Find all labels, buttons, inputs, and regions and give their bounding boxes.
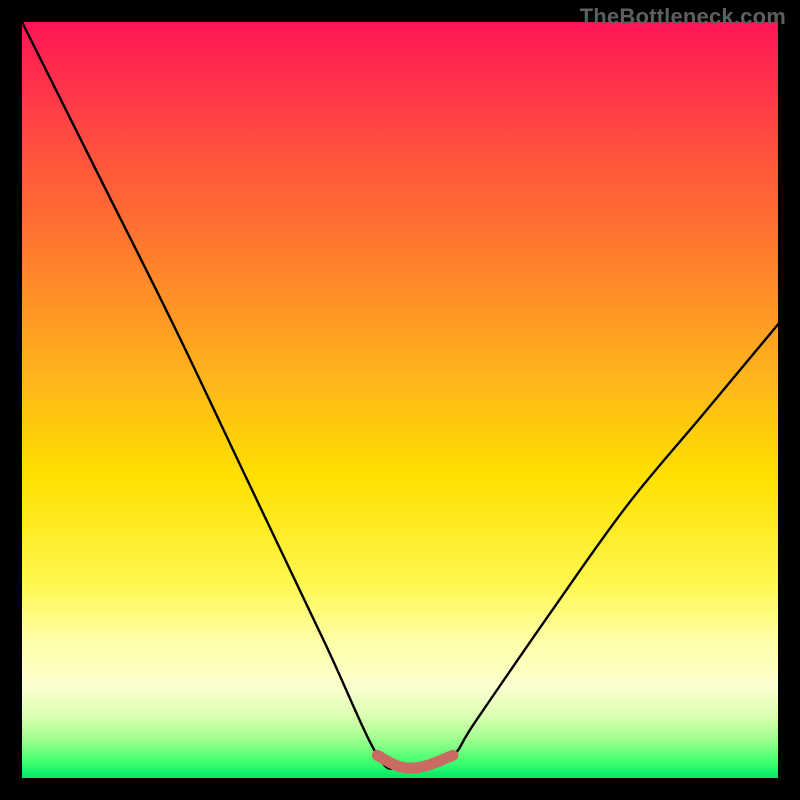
optimal-band-path	[377, 755, 453, 768]
watermark-text: TheBottleneck.com	[580, 4, 786, 30]
chart-frame: TheBottleneck.com	[0, 0, 800, 800]
chart-svg	[22, 22, 778, 778]
bottleneck-curve-path	[22, 22, 778, 769]
plot-area	[22, 22, 778, 778]
